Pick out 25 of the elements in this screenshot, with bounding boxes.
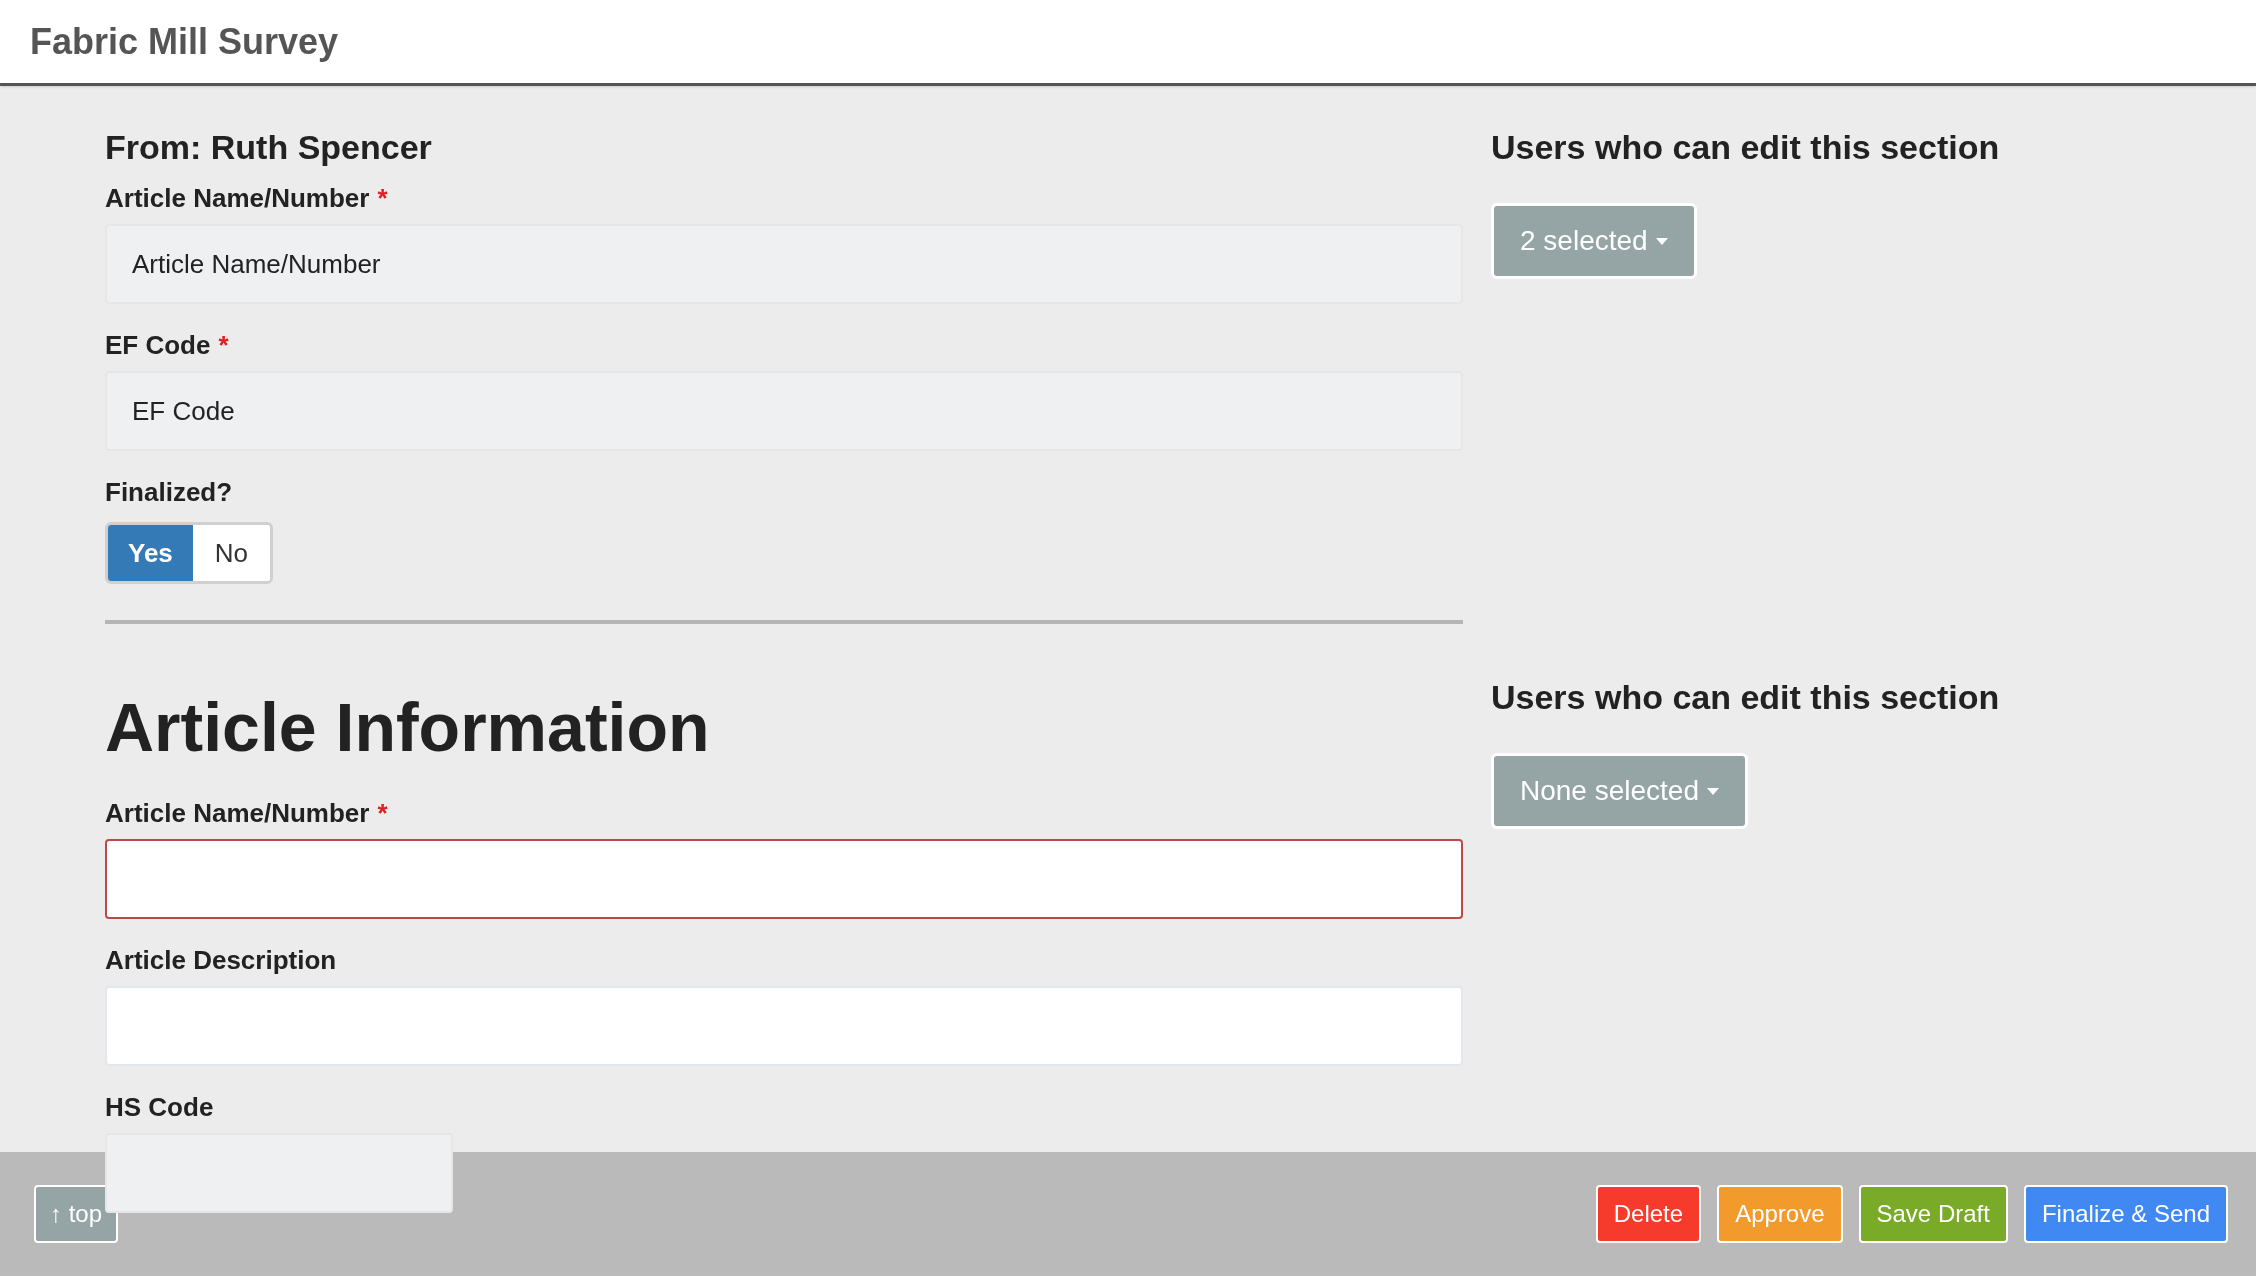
action-button[interactable]: Save Draft bbox=[1858, 1185, 2008, 1243]
top-button[interactable]: ↑ top bbox=[34, 1185, 119, 1243]
caret-icon bbox=[1707, 787, 1719, 795]
section-heading: From: Ruth Spencer bbox=[105, 127, 433, 168]
editors-dropdown[interactable]: 2 selected bbox=[1491, 203, 1697, 279]
field-label: Article Name/Number bbox=[105, 182, 370, 215]
app-title: Fabric Mill Survey bbox=[30, 19, 339, 64]
field-label: Article Name/Number bbox=[105, 797, 370, 830]
field-label: HS Code bbox=[105, 1091, 214, 1124]
caret-icon bbox=[1655, 237, 1668, 245]
editors-label: Users who can edit this section bbox=[1491, 127, 2000, 168]
text-field[interactable] bbox=[105, 839, 1463, 919]
action-button[interactable]: Finalize & Send bbox=[2023, 1185, 2228, 1243]
required-mark: * bbox=[377, 797, 388, 830]
required-mark: * bbox=[218, 329, 229, 362]
action-button[interactable]: Approve bbox=[1717, 1185, 1843, 1243]
field-label: EF Code bbox=[105, 329, 211, 362]
toggle-option[interactable]: Yes bbox=[108, 525, 193, 581]
editors-label: Users who can edit this section bbox=[1491, 677, 2000, 718]
field-label: Finalized? bbox=[105, 476, 234, 509]
field-label: Article Description bbox=[105, 944, 337, 977]
required-mark: * bbox=[377, 182, 388, 215]
action-button[interactable]: Delete bbox=[1595, 1185, 1702, 1243]
editors-dropdown[interactable]: None selected bbox=[1491, 753, 1748, 829]
section-heading: Article Information bbox=[105, 688, 711, 767]
